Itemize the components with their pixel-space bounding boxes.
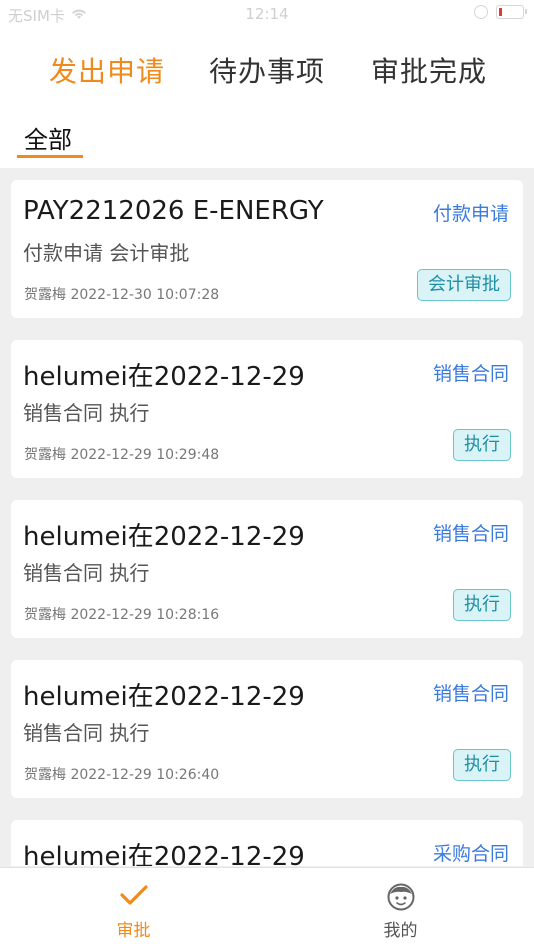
tab-todo[interactable]: 待办事项 — [209, 50, 325, 90]
filter-underline — [17, 155, 83, 158]
top-header: 发出申请 待办事项 审批完成 全部 — [0, 28, 534, 168]
status-time: 12:14 — [245, 5, 289, 23]
checkmark-icon — [0, 882, 267, 912]
list-item[interactable]: helumei在2022-12-29 销售合同 销售合同 执行 贺露梅 2022… — [11, 500, 523, 638]
status-badge: 执行 — [453, 589, 511, 621]
record-description: 销售合同 执行 — [23, 401, 150, 425]
record-title: helumei在2022-12-29 — [23, 522, 305, 552]
bottom-nav: 审批 我的 — [0, 867, 534, 951]
list-item[interactable]: helumei在2022-12-29 销售合同 销售合同 执行 贺露梅 2022… — [11, 660, 523, 798]
nav-approval-label: 审批 — [116, 921, 151, 941]
status-bar: 无SIM卡 12:14 — [0, 0, 534, 28]
record-meta: 贺露梅 2022-12-30 10:07:28 — [24, 287, 220, 303]
list-item[interactable]: helumei在2022-12-29 销售合同 销售合同 执行 贺露梅 2022… — [11, 340, 523, 478]
record-type-link[interactable]: 销售合同 — [433, 519, 509, 546]
record-meta: 贺露梅 2022-12-29 10:29:48 — [24, 447, 220, 463]
status-right-icons — [474, 5, 527, 19]
record-type-link[interactable]: 付款申请 — [433, 199, 509, 226]
record-type-link[interactable]: 采购合同 — [433, 839, 509, 866]
record-title: PAY2212026 E-ENERGY — [23, 196, 324, 226]
tab-bar: 发出申请 待办事项 审批完成 — [0, 50, 534, 100]
request-list[interactable]: PAY2212026 E-ENERGY 付款申请 付款申请 会计审批 贺露梅 2… — [11, 180, 523, 866]
list-item[interactable]: helumei在2022-12-29 采购合同 — [11, 820, 523, 866]
battery-icon — [496, 5, 527, 19]
record-meta: 贺露梅 2022-12-29 10:26:40 — [24, 767, 220, 783]
record-type-link[interactable]: 销售合同 — [433, 679, 509, 706]
tab-approved[interactable]: 审批完成 — [371, 50, 487, 90]
status-badge: 会计审批 — [417, 269, 511, 301]
record-title: helumei在2022-12-29 — [23, 362, 305, 392]
record-description: 销售合同 执行 — [23, 721, 150, 745]
filter-all[interactable]: 全部 — [24, 120, 72, 155]
record-meta: 贺露梅 2022-12-29 10:28:16 — [24, 607, 220, 623]
record-title: helumei在2022-12-29 — [23, 682, 305, 712]
status-badge: 执行 — [453, 429, 511, 461]
record-description: 销售合同 执行 — [23, 561, 150, 585]
list-item[interactable]: PAY2212026 E-ENERGY 付款申请 付款申请 会计审批 贺露梅 2… — [11, 180, 523, 318]
record-type-link[interactable]: 销售合同 — [433, 359, 509, 386]
status-badge: 执行 — [453, 749, 511, 781]
record-title: helumei在2022-12-29 — [23, 842, 305, 866]
nav-mine-label: 我的 — [383, 921, 418, 941]
record-description: 付款申请 会计审批 — [23, 241, 190, 265]
nav-approval[interactable]: 审批 — [0, 868, 267, 951]
tab-sent-requests[interactable]: 发出申请 — [49, 50, 165, 90]
face-icon — [267, 882, 534, 912]
nav-mine[interactable]: 我的 — [267, 868, 534, 951]
alarm-icon — [474, 5, 488, 19]
